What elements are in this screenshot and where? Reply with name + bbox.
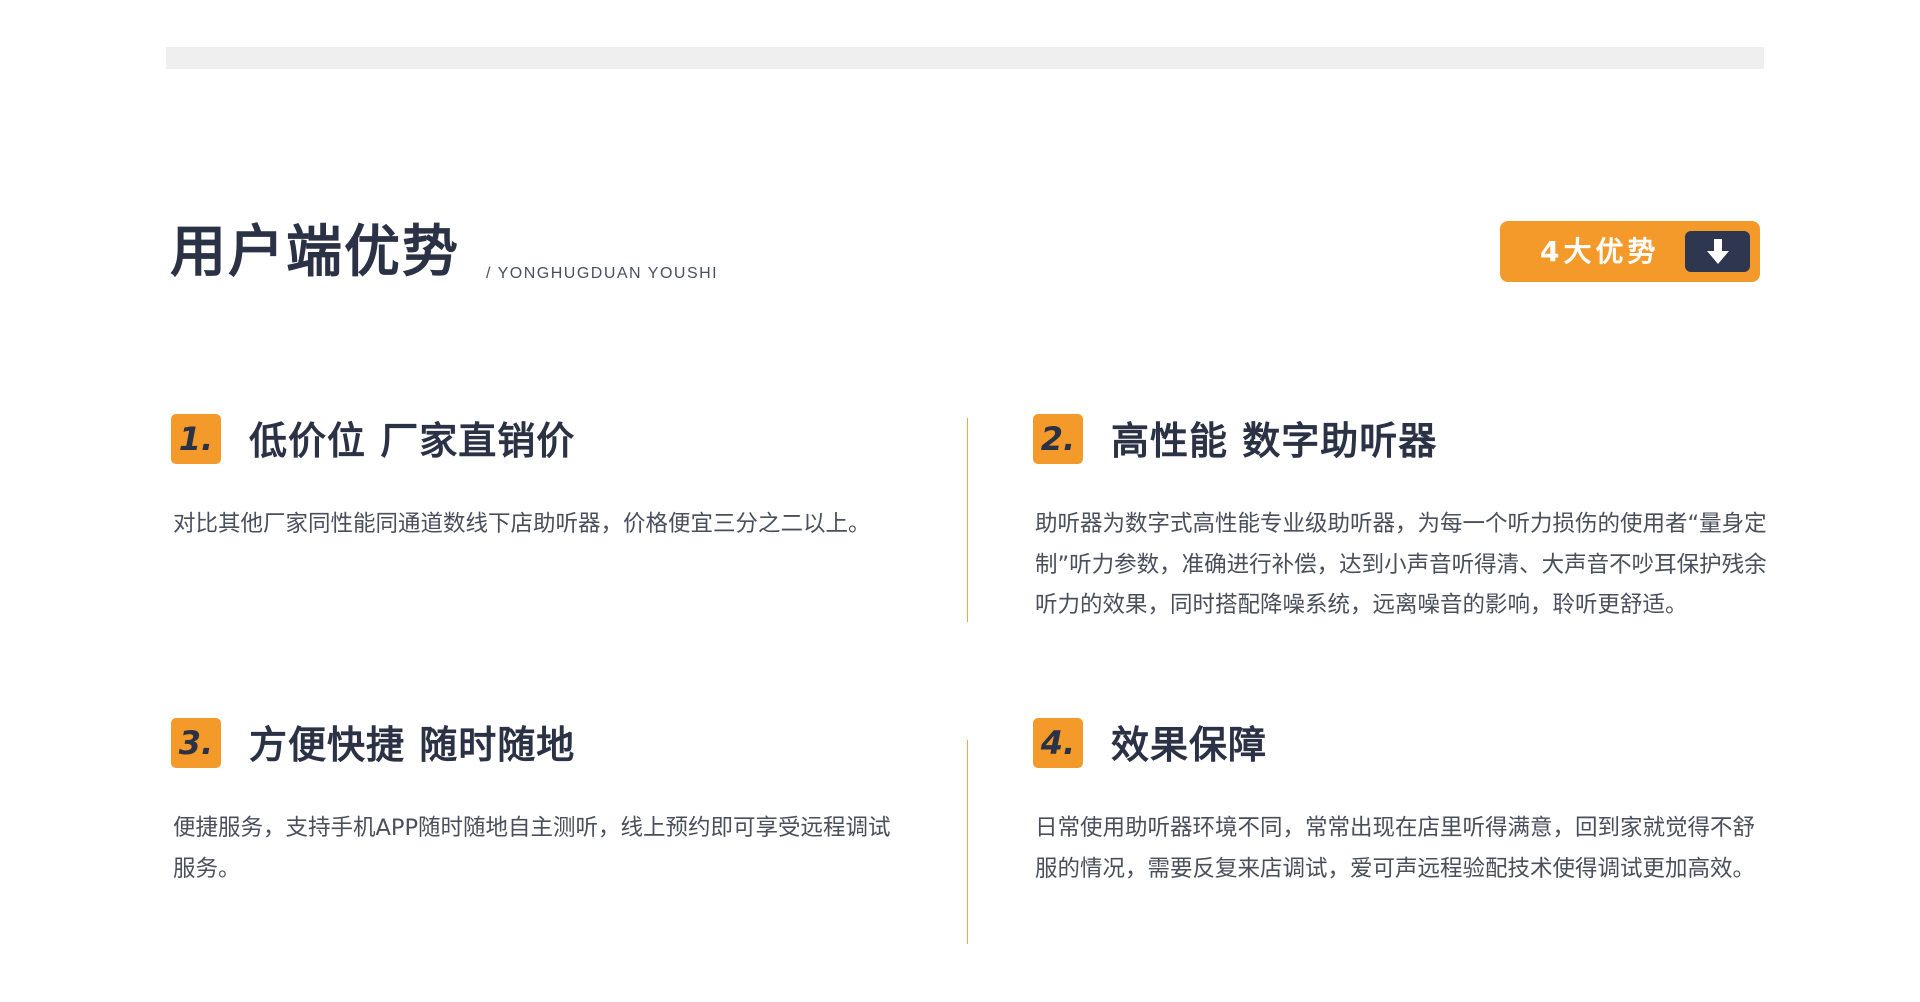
feature-number: 1. — [178, 420, 214, 458]
feature-title: 方便快捷 随时随地 — [249, 723, 576, 767]
feature-description: 助听器为数字式高性能专业级助听器，为每一个听力损伤的使用者“量身定制”听力参数，… — [1035, 511, 1767, 618]
column-divider-bottom — [967, 740, 968, 944]
page-subtitle: / YONGHUGDUAN YOUSHI — [486, 265, 719, 282]
feature-number-badge: 1. — [171, 414, 221, 464]
top-divider-bar — [166, 47, 1764, 69]
feature-number: 2. — [1040, 420, 1076, 458]
feature-title: 效果保障 — [1111, 723, 1268, 767]
feature-title: 低价位 厂家直销价 — [249, 419, 576, 463]
feature-number-badge: 2. — [1033, 414, 1083, 464]
advantages-badge-button[interactable]: 4大优势 — [1500, 221, 1760, 282]
page-title: 用户端优势 — [170, 220, 460, 285]
feature-description: 便捷服务，支持手机APP随时随地自主测听，线上预约即可享受远程调试服务。 — [173, 815, 891, 882]
column-divider-top — [967, 418, 968, 622]
feature-number: 4. — [1040, 724, 1076, 762]
feature-number-badge: 3. — [171, 718, 221, 768]
feature-description: 日常使用助听器环境不同，常常出现在店里听得满意，回到家就觉得不舒服的情况，需要反… — [1035, 815, 1756, 882]
feature-number-badge: 4. — [1033, 718, 1083, 768]
feature-title: 高性能 数字助听器 — [1111, 419, 1438, 463]
feature-description: 对比其他厂家同性能同通道数线下店助听器，价格便宜三分之二以上。 — [173, 511, 871, 537]
arrow-down-icon — [1685, 231, 1750, 272]
badge-label: 4大优势 — [1540, 235, 1660, 268]
feature-number: 3. — [178, 724, 214, 762]
